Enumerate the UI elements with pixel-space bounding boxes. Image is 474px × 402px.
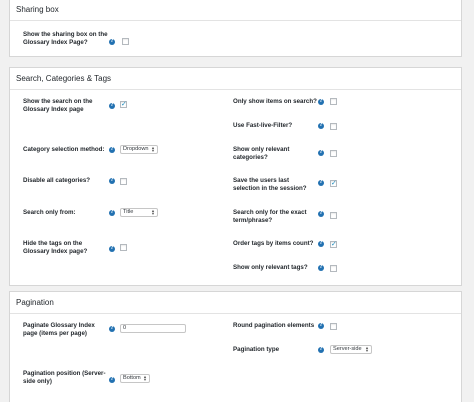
help-icon[interactable]: ? [109, 39, 115, 45]
pagination-type-select[interactable]: Server-side ▴ ▾ [330, 345, 372, 354]
help-icon[interactable]: ? [109, 377, 115, 383]
show-search-label: Show the search on the Glossary Index pa… [23, 98, 93, 113]
category-selection-method-select[interactable]: Dropdown ▴ ▾ [120, 145, 158, 154]
sharing-box-title: Sharing box [10, 0, 461, 21]
help-icon[interactable]: ? [318, 99, 324, 105]
pagination-type-value: Server-side [333, 346, 362, 352]
search-only-from-label: Search only from: [23, 209, 76, 216]
use-fast-live-filter-checkbox[interactable] [330, 123, 337, 130]
help-icon[interactable]: ? [318, 241, 324, 247]
updown-arrows-icon: ▴ ▾ [151, 208, 155, 217]
hide-tags-label: Hide the tags on the Glossary Index page… [23, 240, 88, 255]
pagination-type-label: Pagination type [233, 346, 280, 353]
search-categories-tags-title: Search, Categories & Tags [10, 68, 461, 90]
show-relevant-categories-label: Show only relevant categories? [233, 146, 290, 161]
help-icon[interactable]: ? [109, 178, 115, 184]
help-icon[interactable]: ? [109, 246, 115, 252]
help-icon[interactable]: ? [318, 347, 324, 353]
pagination-panel: Pagination Paginate Glossary Index page … [9, 291, 462, 402]
help-icon[interactable]: ? [318, 211, 324, 217]
hide-tags-checkbox[interactable] [120, 244, 127, 251]
pagination-title: Pagination [10, 292, 461, 314]
save-last-selection-label: Save the users last selection in the ses… [233, 177, 307, 192]
checkmark-icon: ✓ [331, 240, 337, 248]
help-icon[interactable]: ? [318, 323, 324, 329]
help-icon[interactable]: ? [109, 326, 115, 332]
show-relevant-tags-checkbox[interactable] [330, 265, 337, 272]
search-exact-term-checkbox[interactable] [330, 212, 337, 219]
only-show-items-on-search-label: Only show items on search? [233, 98, 317, 105]
help-icon[interactable]: ? [109, 147, 115, 153]
help-icon[interactable]: ? [318, 265, 324, 271]
items-per-page-input[interactable]: 0 [120, 324, 186, 333]
round-pagination-elements-checkbox[interactable] [330, 323, 337, 330]
help-icon[interactable]: ? [318, 150, 324, 156]
show-sharing-box-label: Show the sharing box on the Glossary Ind… [23, 31, 108, 46]
show-relevant-tags-label: Show only relevant tags? [233, 264, 308, 271]
search-only-from-select[interactable]: Title ▴ ▾ [120, 208, 158, 217]
pagination-position-value: Bottom [123, 375, 141, 381]
checkmark-icon: ✓ [331, 179, 337, 187]
updown-arrows-icon: ▴ ▾ [365, 345, 369, 354]
search-only-from-value: Title [123, 209, 134, 215]
disable-all-categories-label: Disable all categories? [23, 177, 91, 184]
help-icon[interactable]: ? [109, 103, 115, 109]
disable-all-categories-checkbox[interactable] [120, 178, 127, 185]
help-icon[interactable]: ? [109, 210, 115, 216]
category-selection-method-label: Category selection method: [23, 146, 105, 153]
show-search-checkbox[interactable]: ✓ [120, 100, 127, 108]
items-per-page-value: 0 [123, 325, 127, 331]
sharing-box-panel: Sharing box Show the sharing box on the … [9, 0, 462, 57]
pagination-position-select[interactable]: Bottom ▴ ▾ [120, 374, 150, 383]
show-sharing-box-checkbox[interactable] [122, 38, 129, 45]
only-show-items-on-search-checkbox[interactable] [330, 98, 337, 105]
save-last-selection-checkbox[interactable]: ✓ [330, 179, 337, 187]
round-pagination-elements-label: Round pagination elements [233, 322, 315, 329]
pagination-position-label: Pagination position (Server-side only) [23, 370, 106, 385]
use-fast-live-filter-label: Use Fast-live-Filter? [233, 122, 293, 129]
search-exact-term-label: Search only for the exact term/phrase? [233, 209, 307, 224]
checkmark-icon: ✓ [121, 100, 127, 108]
search-categories-tags-panel: Search, Categories & Tags Show the searc… [9, 67, 462, 286]
help-icon[interactable]: ? [318, 180, 324, 186]
order-tags-by-count-label: Order tags by items count? [233, 240, 314, 247]
order-tags-by-count-checkbox[interactable]: ✓ [330, 240, 337, 248]
items-per-page-label: Paginate Glossary Index page (items per … [23, 322, 95, 337]
show-relevant-categories-checkbox[interactable] [330, 150, 337, 157]
updown-arrows-icon: ▴ ▾ [151, 145, 155, 154]
help-icon[interactable]: ? [318, 123, 324, 129]
category-selection-method-value: Dropdown [123, 146, 149, 152]
updown-arrows-icon: ▴ ▾ [143, 374, 147, 383]
